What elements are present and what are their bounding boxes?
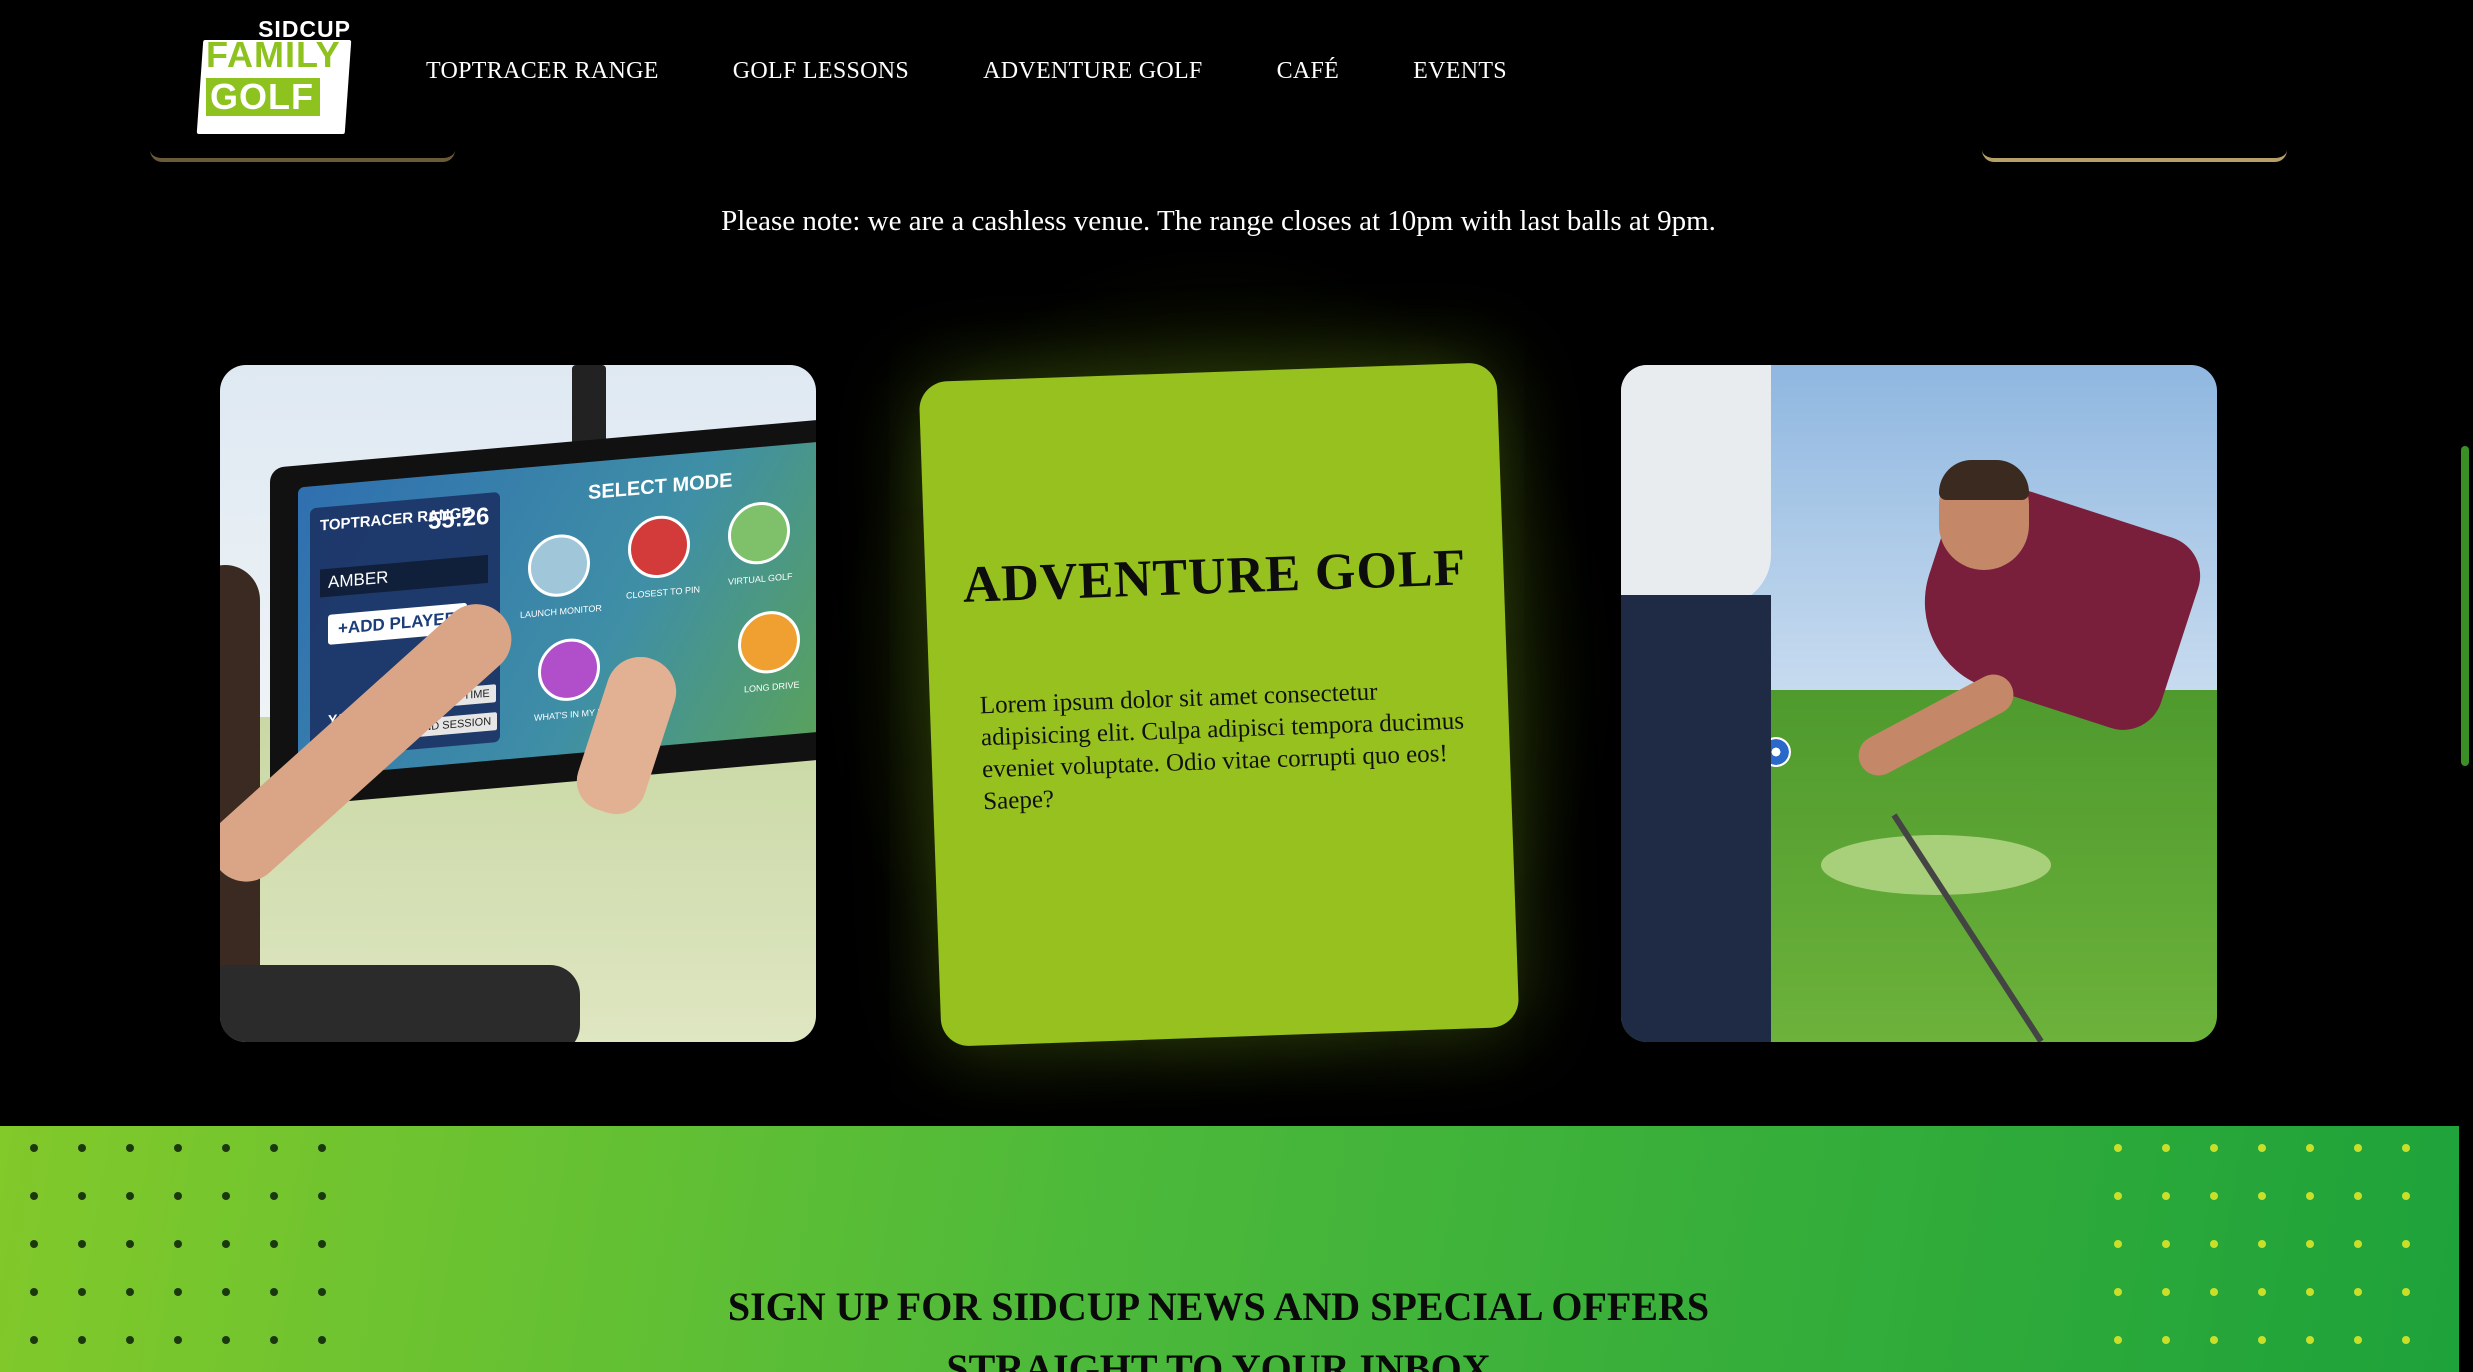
main-nav: TOPTRACER RANGE GOLF LESSONS ADVENTURE G… xyxy=(426,58,1581,85)
mode-long-drive-icon xyxy=(738,608,800,676)
site-logo[interactable]: SIDCUP FAMILY GOLF xyxy=(196,16,355,134)
mode-closest-to-pin-icon xyxy=(628,513,690,581)
coach-trousers xyxy=(1621,595,1771,1042)
mode-label: LAUNCH MONITOR xyxy=(520,602,602,621)
nav-events[interactable]: EVENTS xyxy=(1413,58,1507,85)
mode-virtual-golf-icon xyxy=(728,499,790,567)
mode-label: VIRTUAL GOLF xyxy=(728,571,793,587)
mode-label: LONG DRIVE xyxy=(744,679,800,695)
newsletter-title: SIGN UP FOR SIDCUP NEWS AND SPECIAL OFFE… xyxy=(0,1276,2437,1372)
golf-lesson-image-card[interactable] xyxy=(1621,365,2217,1042)
newsletter-title-line1: SIGN UP FOR SIDCUP NEWS AND SPECIAL OFFE… xyxy=(727,1284,1710,1329)
feature-text: Lorem ipsum dolor sit amet consectetur a… xyxy=(979,678,1465,816)
partial-image-edge-right xyxy=(1982,150,2287,162)
coach-shirt xyxy=(1621,365,1771,605)
logo-text-line2: GOLF xyxy=(206,78,320,116)
mode-whats-in-my-bag-icon xyxy=(538,636,600,704)
monitor-pole xyxy=(572,365,606,445)
nav-toptracer-range[interactable]: TOPTRACER RANGE xyxy=(426,58,659,85)
player-name: AMBER xyxy=(320,554,488,598)
nav-golf-lessons[interactable]: GOLF LESSONS xyxy=(733,58,909,85)
nav-adventure-golf[interactable]: ADVENTURE GOLF xyxy=(983,58,1203,85)
toptracer-image-card[interactable]: TOPTRACER RANGE 55:26 AMBER +ADD PLAYER … xyxy=(220,365,816,1042)
select-mode-title: SELECT MODE xyxy=(588,469,733,505)
scrollbar-thumb[interactable] xyxy=(2461,446,2469,766)
session-time: 55:26 xyxy=(428,502,490,536)
student-hair xyxy=(1939,460,2029,500)
newsletter-section: SIGN UP FOR SIDCUP NEWS AND SPECIAL OFFE… xyxy=(0,1126,2460,1372)
venue-notice: Please note: we are a cashless venue. Th… xyxy=(721,205,1716,237)
newsletter-title-line2: STRAIGHT TO YOUR INBOX xyxy=(946,1346,1491,1372)
mode-label: CLOSEST TO PIN xyxy=(626,584,701,601)
person-shirt xyxy=(220,965,580,1042)
mode-launch-monitor-icon xyxy=(528,531,590,600)
logo-text-line1: FAMILY xyxy=(206,34,341,75)
nav-cafe[interactable]: CAFÉ xyxy=(1277,58,1340,85)
adventure-golf-card[interactable]: ADVENTURE GOLF Lorem ipsum dolor sit ame… xyxy=(918,362,1520,1047)
feature-title: ADVENTURE GOLF xyxy=(961,539,1468,614)
site-header: SIDCUP FAMILY GOLF TOPTRACER RANGE GOLF … xyxy=(0,0,2460,165)
partial-image-edge-left xyxy=(150,150,455,162)
